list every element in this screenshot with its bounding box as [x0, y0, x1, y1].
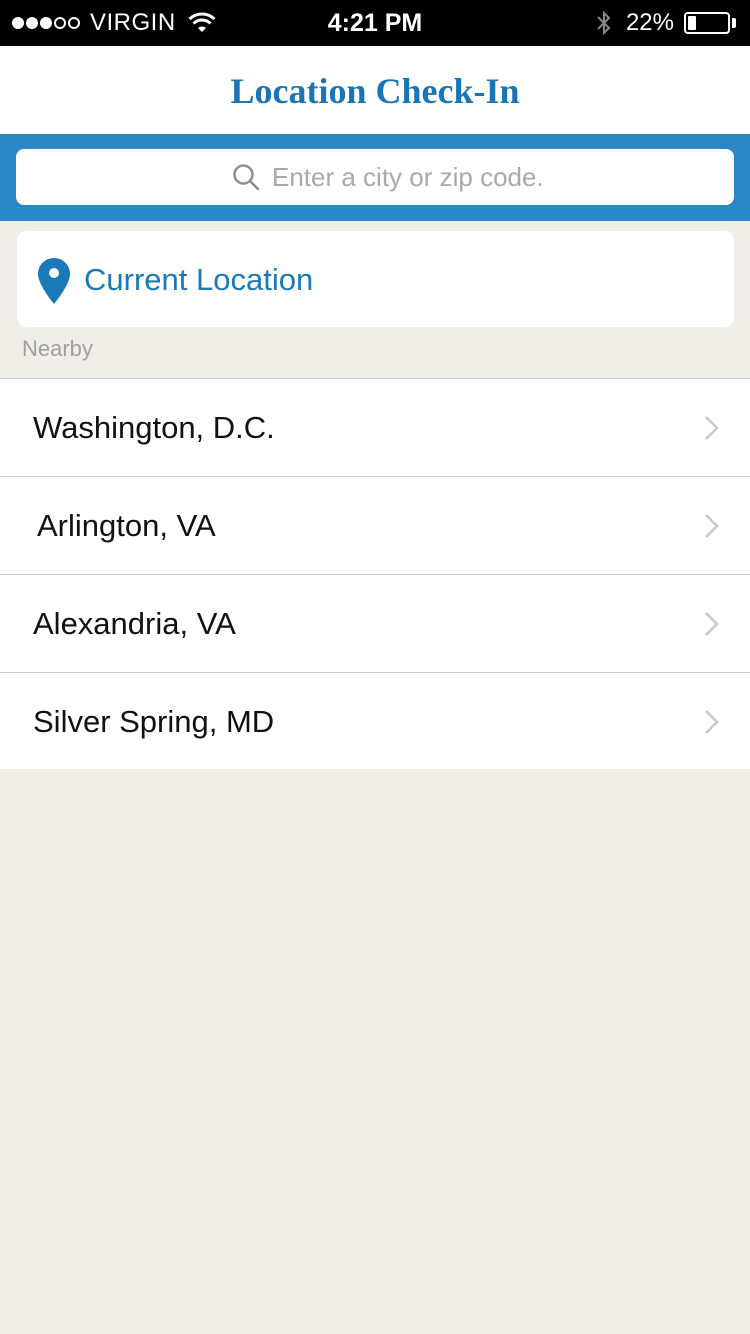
search-box[interactable]: [16, 149, 734, 205]
chevron-right-icon: [705, 514, 719, 538]
list-item-silver-spring-md[interactable]: Silver Spring, MD: [0, 673, 750, 769]
list-item-label: Alexandria, VA: [33, 606, 236, 641]
current-location-label: Current Location: [84, 262, 314, 297]
chevron-right-icon: [705, 710, 719, 734]
list-item-label: Arlington, VA: [37, 508, 216, 543]
list-item-arlington-va[interactable]: Arlington, VA: [0, 477, 750, 575]
search-icon: [233, 164, 260, 191]
bluetooth-icon: [597, 10, 611, 36]
status-bar: VIRGIN 4:21 PM 22%: [0, 0, 750, 46]
battery-percentage: 22%: [625, 9, 674, 36]
list-item-label: Silver Spring, MD: [33, 704, 275, 739]
battery-tip: [732, 18, 736, 28]
search-input[interactable]: [272, 153, 712, 201]
list-item-alexandria-va[interactable]: Alexandria, VA: [0, 575, 750, 673]
nav-header: Location Check-In: [0, 46, 750, 134]
section-header-nearby: Nearby: [22, 336, 93, 361]
location-pin-icon: [38, 258, 70, 304]
battery-icon: [684, 12, 730, 34]
search-bar-container: [0, 134, 750, 221]
page-title: Location Check-In: [230, 71, 520, 111]
chevron-right-icon: [705, 612, 719, 636]
battery-fill: [688, 16, 697, 30]
list-item-label: Washington, D.C.: [33, 410, 275, 445]
list-item-washington-dc[interactable]: Washington, D.C.: [0, 379, 750, 477]
status-right: 22%: [596, 0, 736, 46]
chevron-right-icon: [705, 416, 719, 440]
nearby-list: Washington, D.C. Arlington, VA Alexandri…: [0, 378, 750, 769]
current-location-button[interactable]: Current Location: [17, 231, 734, 327]
